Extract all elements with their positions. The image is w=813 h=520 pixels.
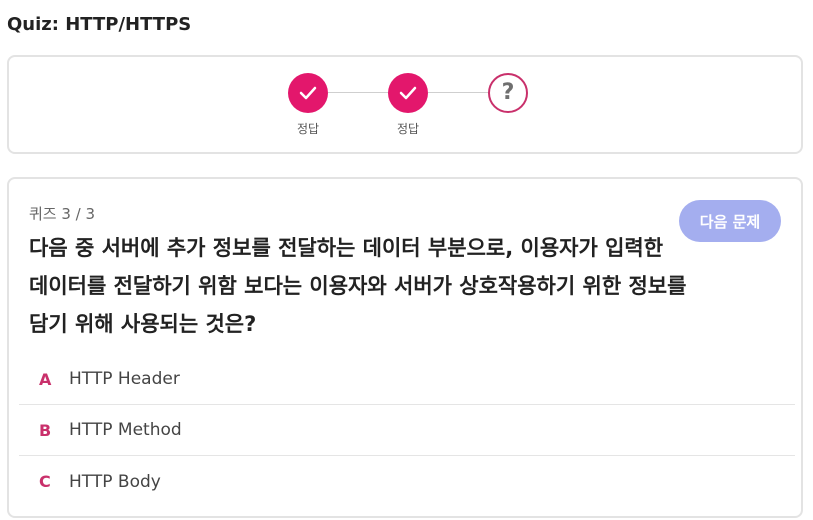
answer-option-b[interactable]: B HTTP Method — [19, 405, 795, 456]
quiz-progress-card: 정답 정답 ? — [7, 55, 803, 154]
progress-step-2: 정답 — [378, 73, 438, 137]
step-status-correct — [288, 73, 328, 113]
step-status-correct — [388, 73, 428, 113]
check-icon — [299, 86, 317, 100]
page-title: Quiz: HTTP/HTTPS — [7, 14, 192, 35]
step-status-pending: ? — [488, 73, 528, 113]
option-text: HTTP Method — [69, 420, 182, 440]
check-icon — [399, 86, 417, 100]
next-question-button[interactable]: 다음 문제 — [679, 200, 781, 242]
option-letter: A — [39, 369, 52, 389]
progress-step-3: ? — [478, 73, 538, 137]
option-letter: C — [39, 472, 51, 491]
step-label: 정답 — [296, 122, 320, 136]
step-label: 정답 — [396, 122, 420, 136]
answer-option-a[interactable]: A HTTP Header — [19, 354, 795, 405]
answer-options: A HTTP Header B HTTP Method C HTTP Body — [19, 354, 795, 507]
option-text: HTTP Header — [69, 369, 180, 389]
progress-step-1: 정답 — [278, 73, 338, 137]
option-text: HTTP Body — [69, 471, 161, 492]
answer-option-c[interactable]: C HTTP Body — [19, 456, 795, 507]
quiz-page: Quiz: HTTP/HTTPS 정답 정답 ? 퀴즈 3 / 3 다음 문제 … — [0, 0, 813, 520]
step-label — [478, 121, 538, 137]
quiz-question-card: 퀴즈 3 / 3 다음 문제 다음 중 서버에 추가 정보를 전달하는 데이터 … — [7, 177, 803, 518]
question-mark-icon: ? — [501, 80, 515, 105]
question-text: 다음 중 서버에 추가 정보를 전달하는 데이터 부분으로, 이용자가 입력한 … — [29, 236, 687, 336]
option-letter: B — [39, 420, 52, 440]
quiz-counter: 퀴즈 3 / 3 — [29, 205, 96, 223]
